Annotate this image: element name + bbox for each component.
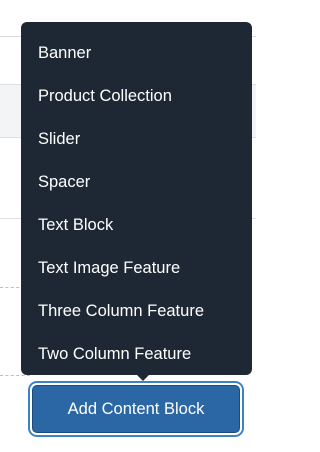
menu-item-text-image-feature[interactable]: Text Image Feature xyxy=(21,257,252,300)
menu-caret xyxy=(135,373,151,381)
menu-item-spacer[interactable]: Spacer xyxy=(21,171,252,214)
menu-item-three-column-feature[interactable]: Three Column Feature xyxy=(21,300,252,343)
add-content-block-button[interactable]: Add Content Block xyxy=(32,385,240,433)
menu-item-product-collection[interactable]: Product Collection xyxy=(21,85,252,128)
menu-item-banner[interactable]: Banner xyxy=(21,42,252,85)
menu-item-slider[interactable]: Slider xyxy=(21,128,252,171)
menu-item-text-block[interactable]: Text Block xyxy=(21,214,252,257)
content-block-menu: Banner Product Collection Slider Spacer … xyxy=(21,22,252,375)
